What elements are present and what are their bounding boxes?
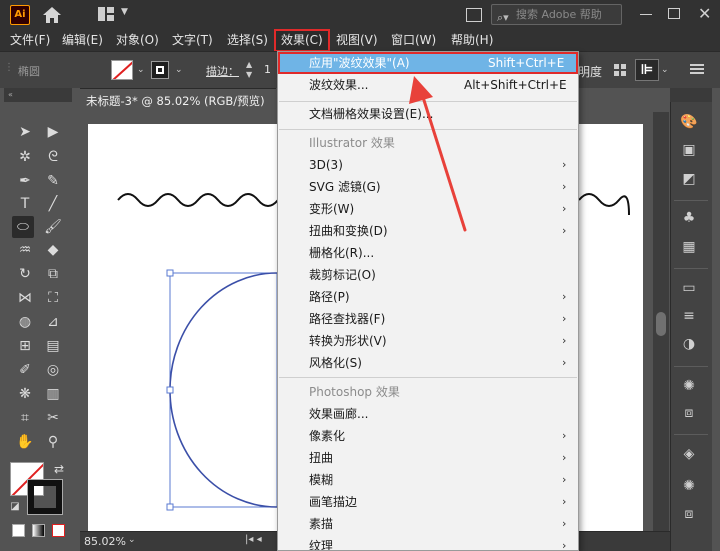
chevron-down-icon[interactable]: ⌄ [128, 535, 136, 545]
photoshop-effects-header: Photoshop 效果 [309, 385, 400, 399]
panel-divider [674, 366, 708, 367]
brushes-panel-icon[interactable]: ▦ [679, 237, 699, 257]
chevron-right-icon: › [562, 356, 567, 369]
chevron-right-icon: › [562, 224, 567, 237]
semi-circle-shape [169, 272, 278, 508]
menu-item-label: 3D(3) [309, 158, 343, 172]
effect-item-effect-gallery[interactable]: 效果画廊... [278, 403, 578, 425]
zoom-level-field[interactable]: 85.02% [82, 534, 126, 550]
menu-item-label: 效果画廊... [309, 407, 369, 421]
menu-item-label: 素描 [309, 517, 334, 531]
vertical-scroll-thumb[interactable] [656, 312, 666, 336]
chevron-right-icon: › [562, 158, 567, 171]
chevron-right-icon: › [562, 180, 567, 193]
chevron-right-icon: › [562, 312, 567, 325]
panel-divider [674, 200, 708, 201]
menu-item-label: 转换为形状(V) [309, 334, 387, 348]
menu-item-label: 模糊 [309, 473, 334, 487]
menu-item-shortcut: Alt+Shift+Ctrl+E [464, 78, 567, 92]
menu-item-label: 风格化(S) [309, 356, 362, 370]
document-raster-settings-item[interactable]: 文档栅格效果设置(E)... [278, 103, 578, 125]
menu-item-label: 波纹效果... [309, 78, 369, 92]
effect-item-texture[interactable]: 纹理 › [278, 535, 578, 551]
appearance-panel-icon[interactable]: ✺ [679, 376, 699, 396]
chevron-right-icon: › [562, 495, 567, 508]
chevron-right-icon: › [562, 202, 567, 215]
illustrator-effects-header: Illustrator 效果 [309, 136, 395, 150]
effect-item-pixelate[interactable]: 像素化 › [278, 425, 578, 447]
effect-item-blur[interactable]: 模糊 › [278, 469, 578, 491]
stroke-panel-icon[interactable]: ≡ [679, 306, 699, 326]
panel-divider [674, 268, 708, 269]
effect-item-svg-filters[interactable]: SVG 滤镜(G) › [278, 176, 578, 198]
effect-item-pathfinder[interactable]: 路径查找器(F) › [278, 308, 578, 330]
chevron-right-icon: › [562, 451, 567, 464]
menu-item-label: 画笔描边 [309, 495, 358, 509]
chevron-right-icon: › [562, 517, 567, 530]
effect-item-sketch[interactable]: 素描 › [278, 513, 578, 535]
chevron-right-icon: › [562, 429, 567, 442]
transparency-panel-icon[interactable]: ◑ [679, 334, 699, 354]
menu-item-label: 裁剪标记(O) [309, 268, 376, 282]
panel-dock-header[interactable] [670, 88, 712, 102]
effect-item-stylize[interactable]: 风格化(S) › [278, 352, 578, 374]
menu-separator [279, 377, 577, 378]
swatches-panel-icon[interactable]: ◩ [679, 169, 699, 189]
effect-item-convert-to-shape[interactable]: 转换为形状(V) › [278, 330, 578, 352]
artboards-panel-icon[interactable]: ✺ [679, 476, 699, 496]
apply-last-effect-item[interactable]: 应用"波纹效果"(A) Shift+Ctrl+E [278, 52, 578, 74]
effect-item-path[interactable]: 路径(P) › [278, 286, 578, 308]
effect-menu-dropdown: 应用"波纹效果"(A) Shift+Ctrl+E 波纹效果... Alt+Shi… [277, 51, 579, 551]
graphic-styles-panel-icon[interactable]: ⧈ [679, 403, 699, 423]
menu-item-label: 应用"波纹效果"(A) [309, 56, 410, 70]
menu-item-label: 扭曲和变换(D) [309, 224, 388, 238]
menu-item-label: 栅格化(R)... [309, 246, 375, 260]
chevron-right-icon: › [562, 473, 567, 486]
gradient-panel-icon[interactable]: ▭ [679, 278, 699, 298]
chevron-right-icon: › [562, 539, 567, 551]
asset-export-panel-icon[interactable]: ⧈ [679, 504, 699, 524]
selection-handle [166, 503, 174, 511]
effect-item-distort[interactable]: 扭曲 › [278, 447, 578, 469]
menu-item-shortcut: Shift+Ctrl+E [488, 56, 565, 70]
menu-item-label: 路径查找器(F) [309, 312, 386, 326]
menu-item-label: 路径(P) [309, 290, 350, 304]
selection-handle [166, 386, 174, 394]
last-effect-item[interactable]: 波纹效果... Alt+Shift+Ctrl+E [278, 74, 578, 96]
menu-separator [279, 101, 577, 102]
panel-divider [674, 434, 708, 435]
menu-separator [279, 129, 577, 130]
chevron-right-icon: › [562, 290, 567, 303]
effect-item-rasterize[interactable]: 栅格化(R)... [278, 242, 578, 264]
wavy-line-right [578, 193, 630, 216]
effect-item-distort-transform[interactable]: 扭曲和变换(D) › [278, 220, 578, 242]
chevron-right-icon: › [562, 334, 567, 347]
selection-bounding-box [169, 272, 278, 508]
color-panel-icon[interactable]: 🎨 [679, 112, 699, 132]
menu-item-label: 变形(W) [309, 202, 355, 216]
layers-panel-icon[interactable]: ◈ [679, 444, 699, 464]
artboard-nav-arrows[interactable]: |◂ ◂ [245, 534, 262, 545]
menu-item-label: 像素化 [309, 429, 346, 443]
color-guide-panel-icon[interactable]: ▣ [679, 140, 699, 160]
wavy-line [117, 193, 279, 207]
menu-item-label: 纹理 [309, 539, 334, 551]
effect-item-3d[interactable]: 3D(3) › [278, 154, 578, 176]
effect-item-warp[interactable]: 变形(W) › [278, 198, 578, 220]
selection-handle [166, 269, 174, 277]
menu-item-label: 扭曲 [309, 451, 334, 465]
effect-item-brush-strokes[interactable]: 画笔描边 › [278, 491, 578, 513]
symbols-panel-icon[interactable]: ♣ [679, 208, 699, 228]
effect-item-crop-marks[interactable]: 裁剪标记(O) [278, 264, 578, 286]
menu-item-label: 文档栅格效果设置(E)... [309, 107, 434, 121]
menu-item-label: SVG 滤镜(G) [309, 180, 381, 194]
